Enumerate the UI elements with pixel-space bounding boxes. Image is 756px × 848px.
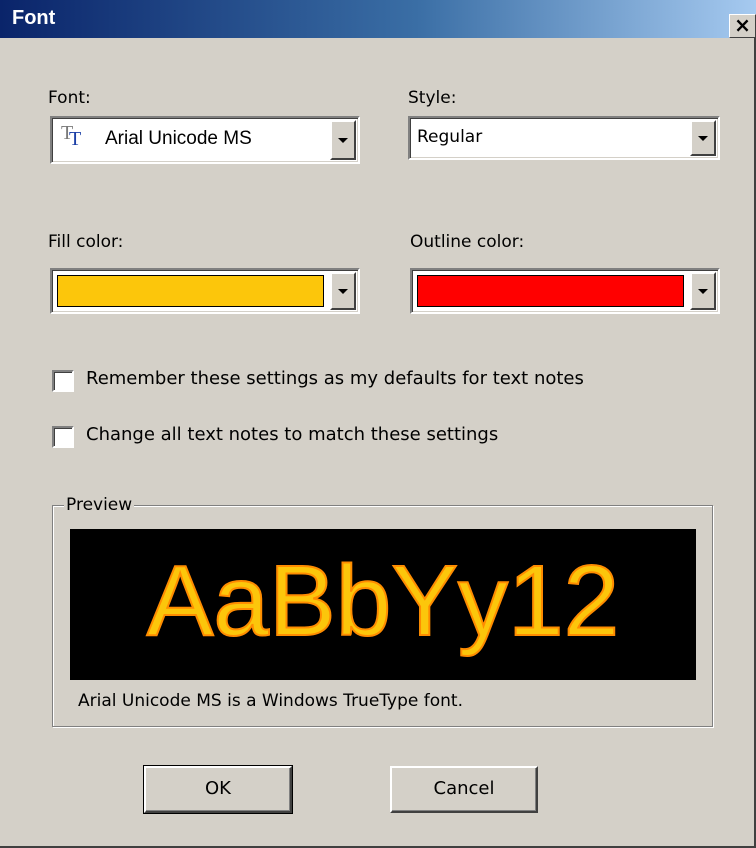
preview-group-label: Preview — [64, 495, 135, 515]
font-select-value: Arial Unicode MS — [105, 128, 252, 149]
fill-color-select[interactable] — [50, 268, 360, 314]
style-label: Style: — [408, 88, 457, 108]
font-label: Font: — [48, 88, 91, 108]
window-title: Font — [12, 7, 56, 29]
close-icon: × — [734, 13, 751, 37]
truetype-font-icon: TT — [61, 122, 82, 150]
outline-color-label: Outline color: — [410, 232, 525, 252]
outline-color-swatch — [417, 275, 684, 307]
ok-button[interactable]: OK — [143, 765, 293, 814]
fill-color-dropdown-button[interactable] — [330, 272, 356, 310]
chevron-down-icon — [338, 289, 348, 294]
outline-color-select[interactable] — [410, 268, 720, 314]
preview-canvas: AaBbYy12 — [70, 529, 696, 680]
cancel-button[interactable]: Cancel — [390, 766, 538, 813]
font-dropdown-button[interactable] — [330, 120, 356, 160]
chevron-down-icon — [338, 138, 348, 143]
chevron-down-icon — [698, 289, 708, 294]
font-dialog: Font × Font: TT Arial Unicode MS Style: … — [0, 0, 756, 848]
preview-sample-text: AaBbYy12 — [146, 544, 621, 658]
chevron-down-icon — [698, 136, 708, 141]
font-description: Arial Unicode MS is a Windows TrueType f… — [78, 691, 463, 711]
style-select[interactable]: Regular — [408, 116, 720, 160]
title-bar[interactable]: Font × — [0, 0, 756, 38]
close-button[interactable]: × — [729, 14, 756, 38]
remember-defaults-label[interactable]: Remember these settings as my defaults f… — [86, 368, 584, 389]
outline-color-dropdown-button[interactable] — [690, 272, 716, 310]
fill-color-swatch — [57, 275, 324, 307]
change-all-checkbox[interactable] — [52, 426, 74, 448]
fill-color-label: Fill color: — [48, 232, 124, 252]
remember-defaults-checkbox[interactable] — [52, 370, 74, 392]
change-all-label[interactable]: Change all text notes to match these set… — [86, 424, 498, 445]
style-select-value: Regular — [417, 127, 483, 147]
style-dropdown-button[interactable] — [690, 120, 716, 156]
font-select[interactable]: TT Arial Unicode MS — [50, 116, 360, 164]
